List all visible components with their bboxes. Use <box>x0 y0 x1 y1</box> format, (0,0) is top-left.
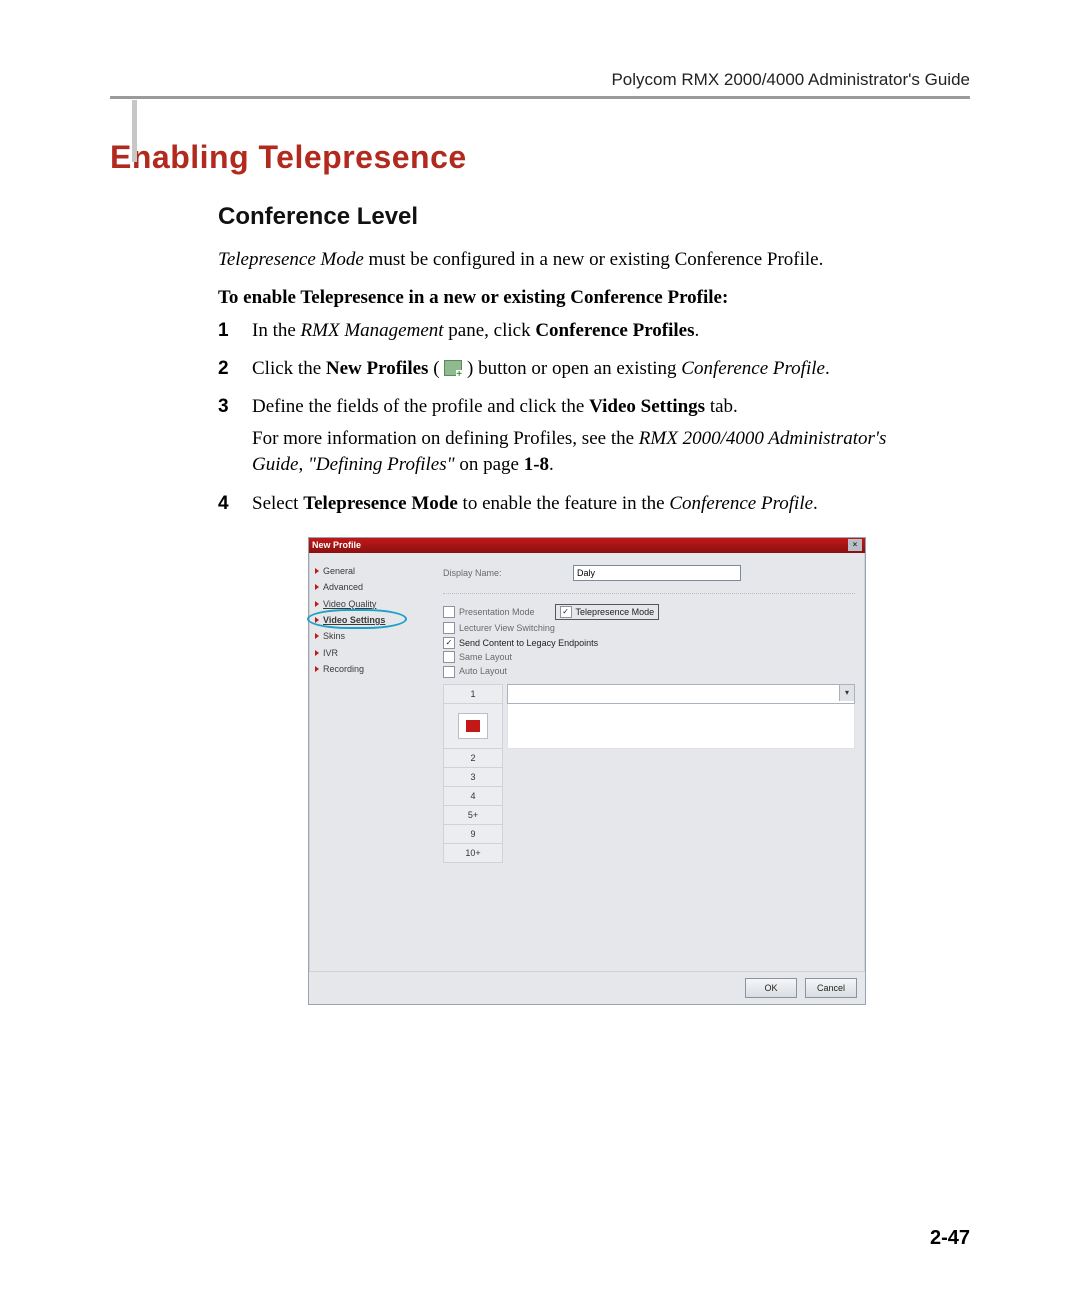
document-page: Polycom RMX 2000/4000 Administrator's Gu… <box>0 0 1080 1306</box>
nav-ivr[interactable]: IVR <box>315 645 427 661</box>
step-body: Click the New Profiles ( ) button or ope… <box>252 356 898 388</box>
body-block: Conference Level Telepresence Mode must … <box>218 200 898 1005</box>
step: 2 Click the New Profiles ( ) button or o… <box>218 356 898 388</box>
presentation-mode-row: Presentation Mode Telepresence Mode <box>443 604 855 620</box>
step-number: 1 <box>218 318 252 350</box>
legacy-row: Send Content to Legacy Endpoints <box>443 637 855 649</box>
same-layout-row: Same Layout <box>443 651 855 663</box>
nav-general[interactable]: General <box>315 563 427 579</box>
new-profile-dialog: New Profile × General Advanced Video Qua… <box>308 537 866 1005</box>
legacy-checkbox[interactable] <box>443 637 455 649</box>
telepresence-mode-label: Telepresence Mode <box>576 606 655 618</box>
step-body: Select Telepresence Mode to enable the f… <box>252 491 898 523</box>
steps-list: 1 In the RMX Management pane, click Conf… <box>218 318 898 523</box>
step-text: Define the fields of the profile and cli… <box>252 394 898 420</box>
display-name-row: Display Name: <box>443 563 855 583</box>
telepresence-mode-box: Telepresence Mode <box>555 604 660 620</box>
dialog-button-bar: OK Cancel <box>309 971 865 1004</box>
nav-skins[interactable]: Skins <box>315 628 427 644</box>
step-body: Define the fields of the profile and cli… <box>252 394 898 485</box>
presentation-mode-checkbox[interactable] <box>443 606 455 618</box>
step-number: 4 <box>218 491 252 523</box>
close-icon[interactable]: × <box>848 539 862 551</box>
form-separator <box>443 593 855 594</box>
step-text: Click the New Profiles ( ) button or ope… <box>252 356 898 382</box>
step-number: 3 <box>218 394 252 485</box>
intro-paragraph: Telepresence Mode must be configured in … <box>218 247 898 273</box>
heading-1: Enabling Telepresence <box>110 139 970 176</box>
layout-dropdown[interactable]: ▾ <box>507 684 855 704</box>
step: 1 In the RMX Management pane, click Conf… <box>218 318 898 350</box>
lecturer-view-label: Lecturer View Switching <box>459 622 555 634</box>
procedure-lede: To enable Telepresence in a new or exist… <box>218 285 898 311</box>
heading-2: Conference Level <box>218 200 898 233</box>
layout-row[interactable]: 4 <box>443 787 503 806</box>
step-number: 2 <box>218 356 252 388</box>
header-rule <box>110 96 970 99</box>
new-profile-icon <box>444 360 462 376</box>
telepresence-mode-checkbox[interactable] <box>560 606 572 618</box>
layout-grid: 1 2 3 4 5+ 9 10+ <box>443 684 855 863</box>
ok-button[interactable]: OK <box>745 978 797 998</box>
cancel-button[interactable]: Cancel <box>805 978 857 998</box>
nav-recording[interactable]: Recording <box>315 661 427 677</box>
layout-rows-column: 1 2 3 4 5+ 9 10+ <box>443 684 503 863</box>
auto-layout-checkbox[interactable] <box>443 666 455 678</box>
dialog-titlebar[interactable]: New Profile × <box>309 538 865 553</box>
nav-video-settings-label: Video Settings <box>323 615 385 625</box>
ornament-bar <box>132 100 137 162</box>
intro-em: Telepresence Mode <box>218 249 364 270</box>
layout-preview <box>507 704 855 749</box>
display-name-input[interactable] <box>573 565 741 581</box>
step: 4 Select Telepresence Mode to enable the… <box>218 491 898 523</box>
step-text: In the RMX Management pane, click Confer… <box>252 318 898 344</box>
chevron-down-icon[interactable]: ▾ <box>839 685 854 701</box>
layout-row[interactable]: 3 <box>443 768 503 787</box>
step-body: In the RMX Management pane, click Confer… <box>252 318 898 350</box>
lecturer-view-checkbox[interactable] <box>443 622 455 634</box>
dialog-form: Display Name: Presentation Mode Telepres… <box>433 553 865 971</box>
page-number: 2-47 <box>930 1227 970 1250</box>
thumb-outer <box>458 713 488 739</box>
same-layout-label: Same Layout <box>459 651 512 663</box>
auto-layout-row: Auto Layout <box>443 665 855 677</box>
lecturer-view-row: Lecturer View Switching <box>443 622 855 634</box>
intro-rest: must be configured in a new or existing … <box>364 249 824 270</box>
dialog-title: New Profile <box>312 539 361 551</box>
layout-row-head[interactable]: 1 <box>443 684 503 704</box>
step: 3 Define the fields of the profile and c… <box>218 394 898 485</box>
dialog-nav: General Advanced Video Quality Video Set… <box>309 553 433 971</box>
step-text: Select Telepresence Mode to enable the f… <box>252 491 898 517</box>
running-head: Polycom RMX 2000/4000 Administrator's Gu… <box>110 70 970 90</box>
step-extra: For more information on defining Profile… <box>252 426 898 478</box>
layout-row[interactable]: 2 <box>443 749 503 768</box>
layout-preview-column: ▾ <box>507 684 855 863</box>
thumb-inner <box>466 720 480 732</box>
presentation-mode-label: Presentation Mode <box>459 606 535 618</box>
dialog-body: General Advanced Video Quality Video Set… <box>309 553 865 971</box>
display-name-label: Display Name: <box>443 567 573 579</box>
nav-advanced[interactable]: Advanced <box>315 579 427 595</box>
legacy-label: Send Content to Legacy Endpoints <box>459 637 598 649</box>
layout-row[interactable]: 5+ <box>443 806 503 825</box>
layout-row[interactable]: 10+ <box>443 844 503 863</box>
nav-video-quality[interactable]: Video Quality <box>315 596 427 612</box>
layout-row-list: 2 3 4 5+ 9 10+ <box>443 749 503 863</box>
same-layout-checkbox[interactable] <box>443 651 455 663</box>
layout-selected-thumb[interactable] <box>443 704 503 749</box>
auto-layout-label: Auto Layout <box>459 665 507 677</box>
nav-video-settings[interactable]: Video Settings <box>315 612 427 628</box>
layout-row[interactable]: 9 <box>443 825 503 844</box>
